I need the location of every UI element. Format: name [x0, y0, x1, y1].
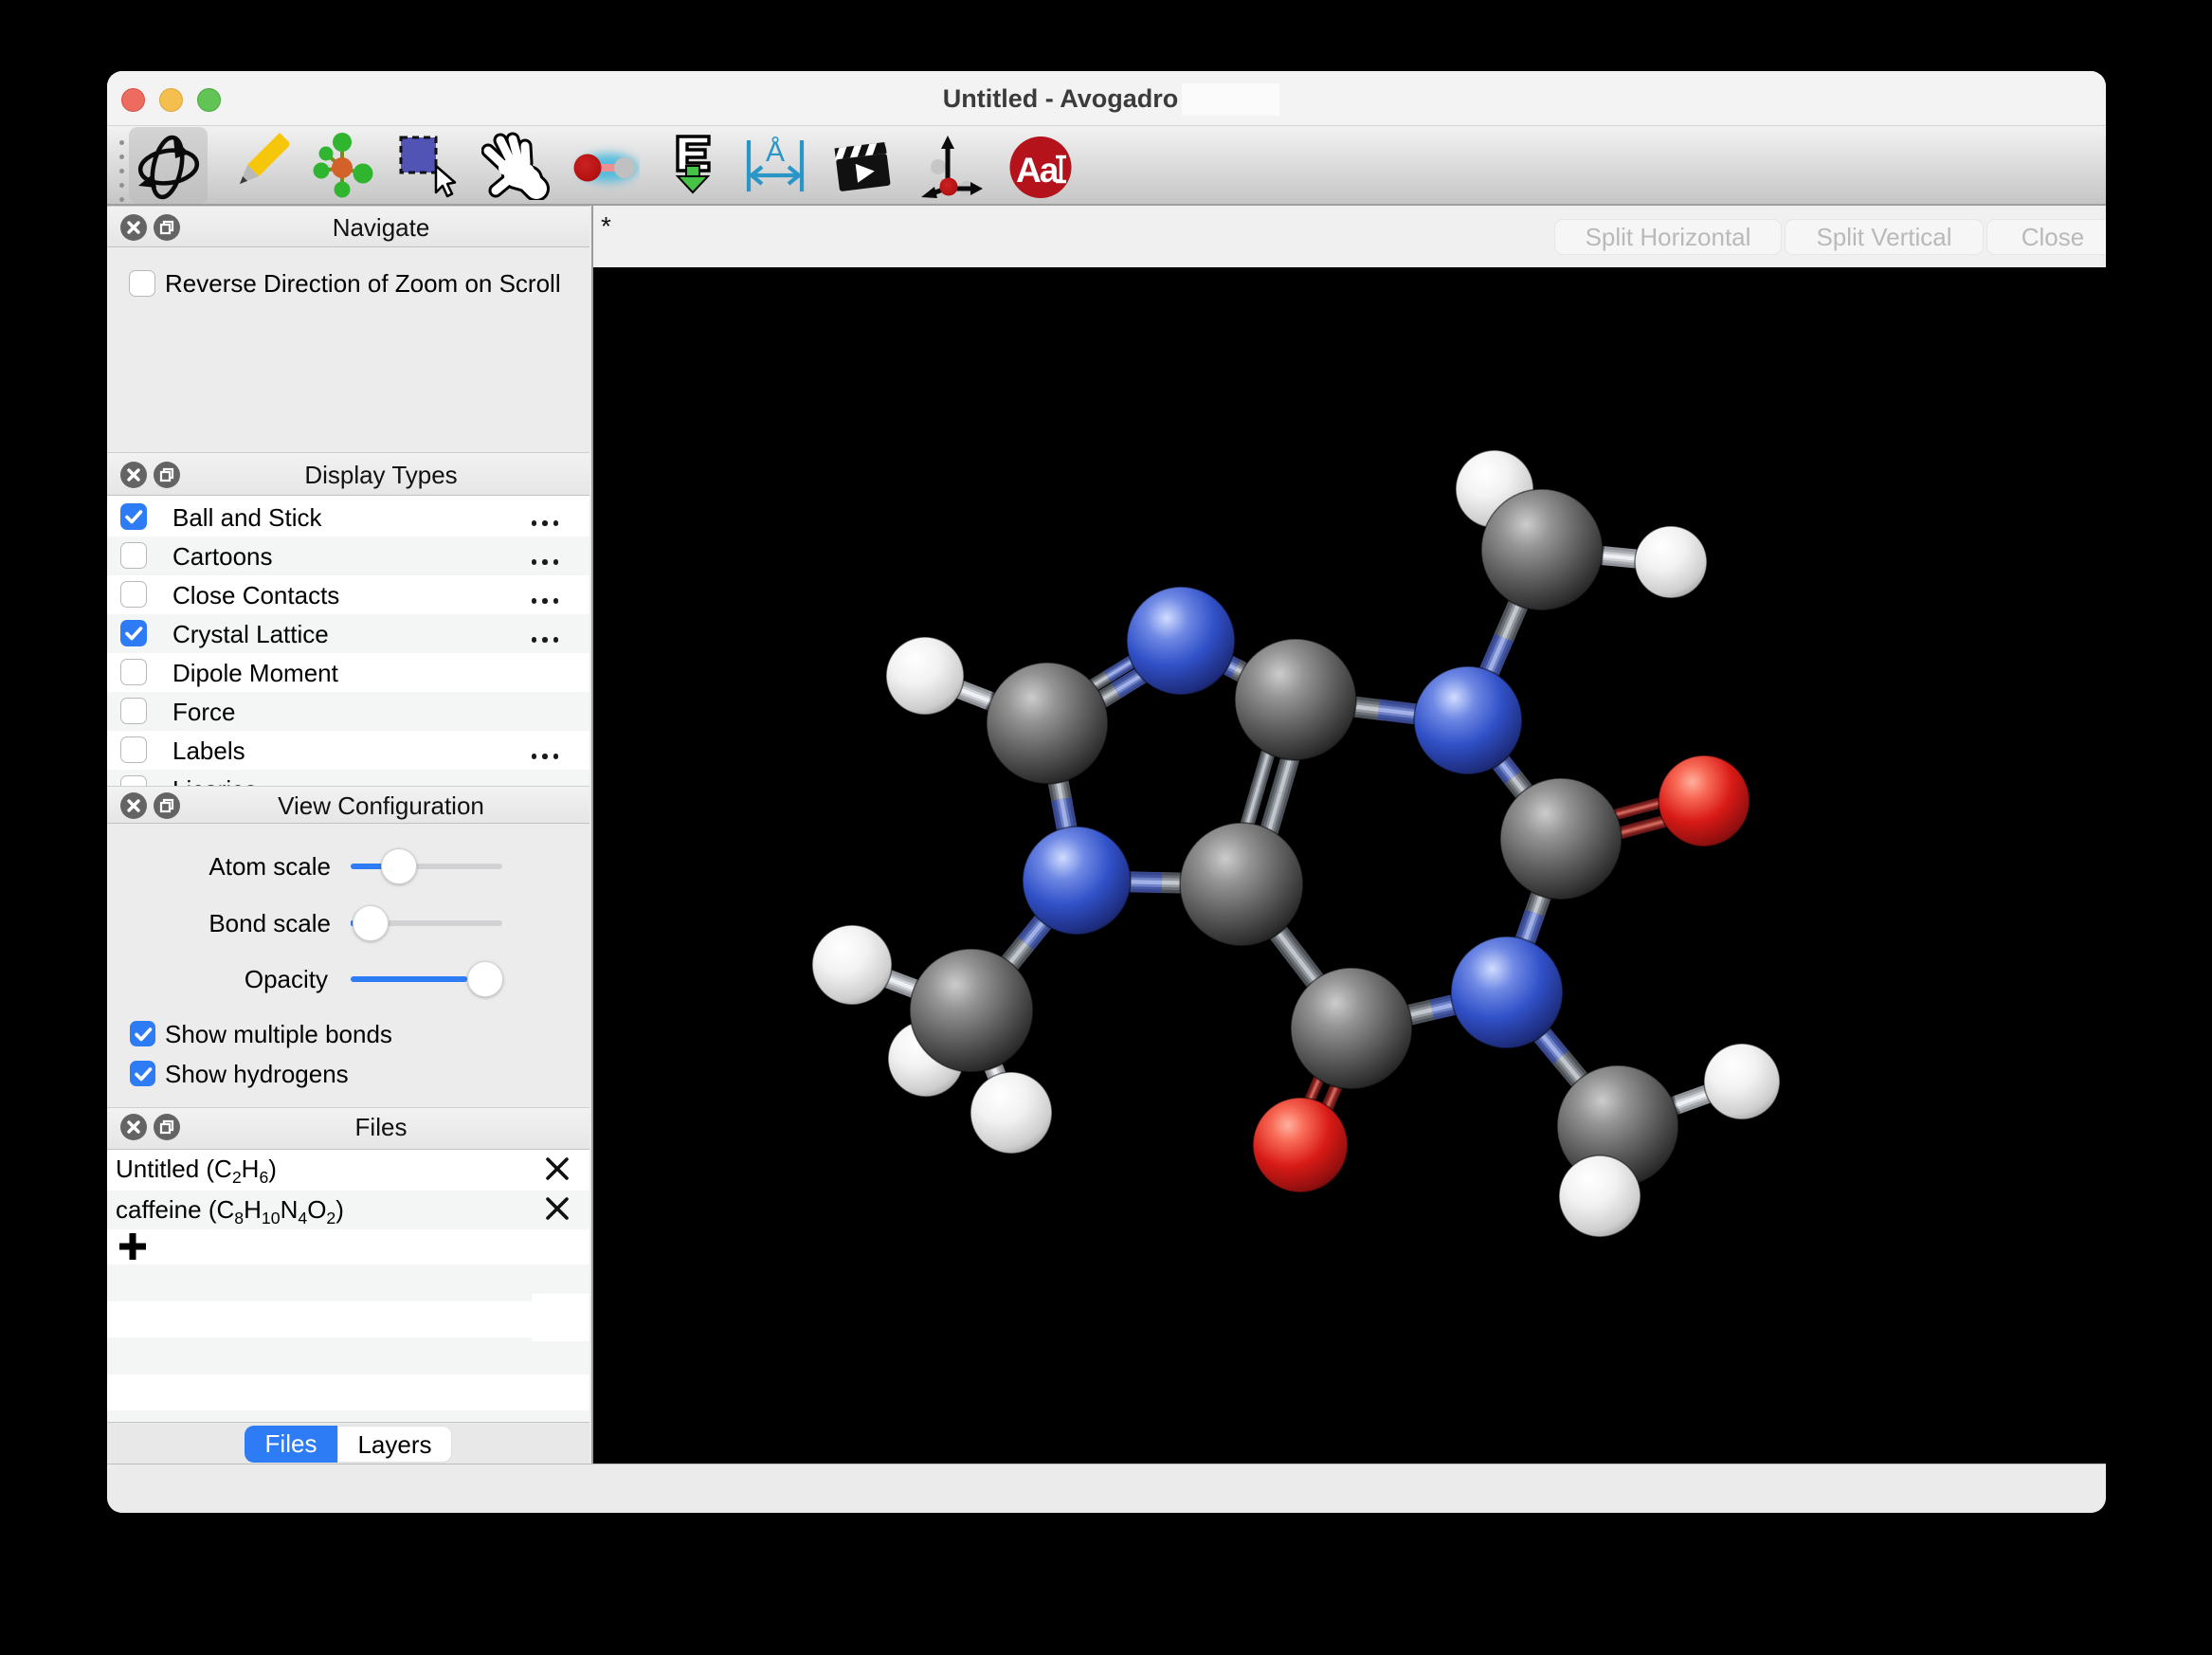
svg-text:Å: Å [766, 136, 785, 168]
svg-text:Aa: Aa [1016, 151, 1060, 190]
